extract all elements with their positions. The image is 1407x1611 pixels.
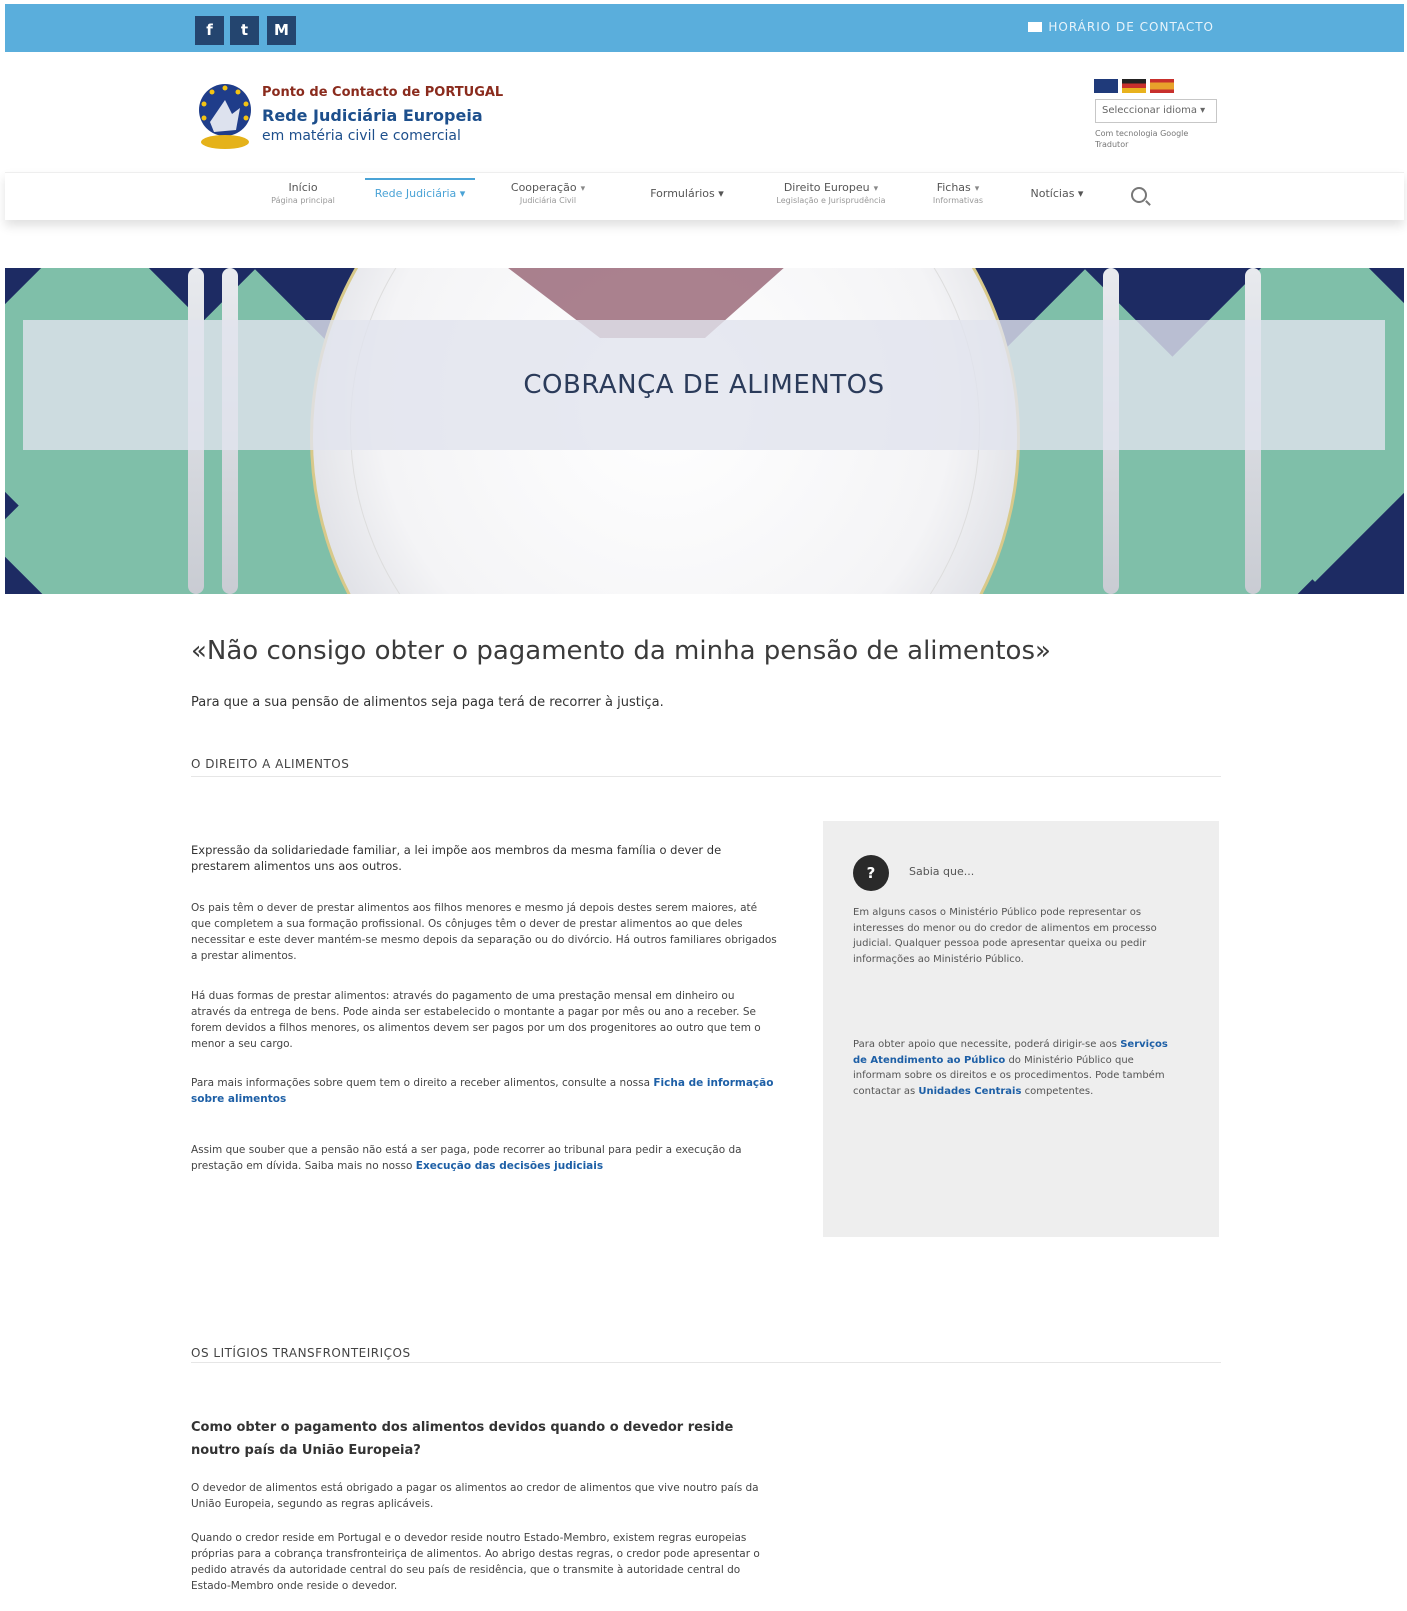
es-flag-icon[interactable]	[1150, 79, 1174, 93]
nav-label: Rede Judiciária ▾	[374, 187, 466, 200]
nav-item-home[interactable]: Início Página principal	[263, 181, 343, 205]
brand-line-3: em matéria civil e comercial	[262, 128, 461, 144]
nav-item-news[interactable]: Notícias ▾	[1017, 187, 1097, 200]
nav-item-forms[interactable]: Formulários ▾	[637, 187, 737, 200]
brand-line-1: Ponto de Contacto de PORTUGAL	[262, 85, 504, 100]
contact-hours-label: HORÁRIO DE CONTACTO	[1048, 20, 1214, 34]
chevron-down-icon: ▾	[580, 184, 586, 194]
question-heading: Como obter o pagamento dos alimentos dev…	[191, 1420, 734, 1458]
contact-hours-link[interactable]: HORÁRIO DE CONTACTO	[1028, 20, 1214, 34]
nav-item-fichas[interactable]: Fichas ▾ Informativas	[923, 181, 993, 205]
paragraph: Quando o credor reside em Portugal e o d…	[191, 1532, 760, 1592]
did-you-know-box: ? Sabia que... Em alguns casos o Ministé…	[823, 821, 1219, 1237]
sidebar-text: Para obter apoio que necessite, poderá d…	[853, 1037, 1183, 1197]
envelope-icon	[1028, 22, 1043, 32]
central-units-link[interactable]: Unidades Centrais	[918, 1086, 1021, 1097]
top-bar: f t M HORÁRIO DE CONTACTO	[5, 4, 1404, 52]
nav-item-network[interactable]: Rede Judiciária ▾	[365, 178, 475, 200]
section-title-cross-border: OS LITÍGIOS TRANSFRONTEIRIÇOS	[191, 1346, 411, 1360]
search-icon[interactable]	[1131, 187, 1147, 203]
twitter-icon[interactable]: t	[230, 16, 259, 45]
nav-sub: Informativas	[932, 196, 984, 205]
nav-item-european-law[interactable]: Direito Europeu ▾ Legislação e Jurisprudê…	[771, 181, 891, 205]
section-title-right-to-maintenance: O DIREITO A ALIMENTOS	[191, 757, 350, 771]
nav-sub: Página principal	[271, 196, 335, 205]
sidebar-text: Em alguns casos o Ministério Público pod…	[853, 907, 1157, 965]
question-icon: ?	[853, 855, 889, 891]
paragraph: Assim que souber que a pensão não está a…	[191, 1142, 777, 1208]
sidebar-text-part: competentes.	[1024, 1085, 1094, 1097]
paragraph-text: Para mais informações sobre quem tem o d…	[191, 1077, 651, 1089]
chevron-down-icon: ▾	[974, 184, 980, 194]
nav-item-cooperation[interactable]: Cooperação ▾ Judiciária Civil	[503, 181, 593, 205]
nav-label: Início	[288, 181, 318, 194]
site-logo[interactable]	[192, 80, 258, 154]
nav-sub: Judiciária Civil	[519, 196, 577, 205]
divider	[191, 776, 1221, 777]
nav-label: Cooperação	[510, 181, 577, 194]
nav-label: Fichas	[936, 181, 971, 194]
paragraph: Há duas formas de prestar alimentos: atr…	[191, 990, 761, 1050]
nav-label: Notícias ▾	[1030, 187, 1084, 200]
chevron-down-icon: ▾	[873, 184, 879, 194]
language-flags	[1094, 78, 1178, 97]
paragraph: Para mais informações sobre quem tem o d…	[191, 1075, 777, 1125]
nav-sub: Legislação e Jurisprudência	[776, 196, 886, 205]
sidebar-text-part: Para obter apoio que necessite, poderá d…	[853, 1039, 1118, 1050]
paragraph: Os pais têm o dever de prestar alimentos…	[191, 902, 777, 962]
nav-label: Direito Europeu	[783, 181, 870, 194]
enforcement-link[interactable]: Execução das decisões judiciais	[416, 1160, 603, 1172]
page-title: «Não consigo obter o pagamento da minha …	[191, 636, 1051, 666]
divider	[191, 1362, 1221, 1363]
main-nav: Início Página principal Rede Judiciária …	[5, 172, 1404, 220]
en-flag-icon[interactable]	[1094, 79, 1118, 93]
nav-label: Formulários ▾	[650, 187, 724, 200]
language-select[interactable]: Seleccionar idioma ▾	[1095, 99, 1217, 123]
paragraph: O devedor de alimentos está obrigado a p…	[191, 1482, 759, 1510]
hero-title: COBRANÇA DE ALIMENTOS	[523, 370, 885, 400]
brand-line-2: Rede Judiciária Europeia	[262, 106, 483, 125]
paragraph: Expressão da solidariedade familiar, a l…	[191, 843, 722, 873]
sidebar-title: Sabia que...	[909, 865, 975, 878]
email-icon[interactable]: M	[267, 16, 296, 45]
lead-text: Para que a sua pensão de alimentos seja …	[191, 695, 664, 710]
de-flag-icon[interactable]	[1122, 79, 1146, 93]
facebook-icon[interactable]: f	[195, 16, 224, 45]
google-translate-note: Com tecnologia Google Tradutor	[1095, 129, 1189, 149]
